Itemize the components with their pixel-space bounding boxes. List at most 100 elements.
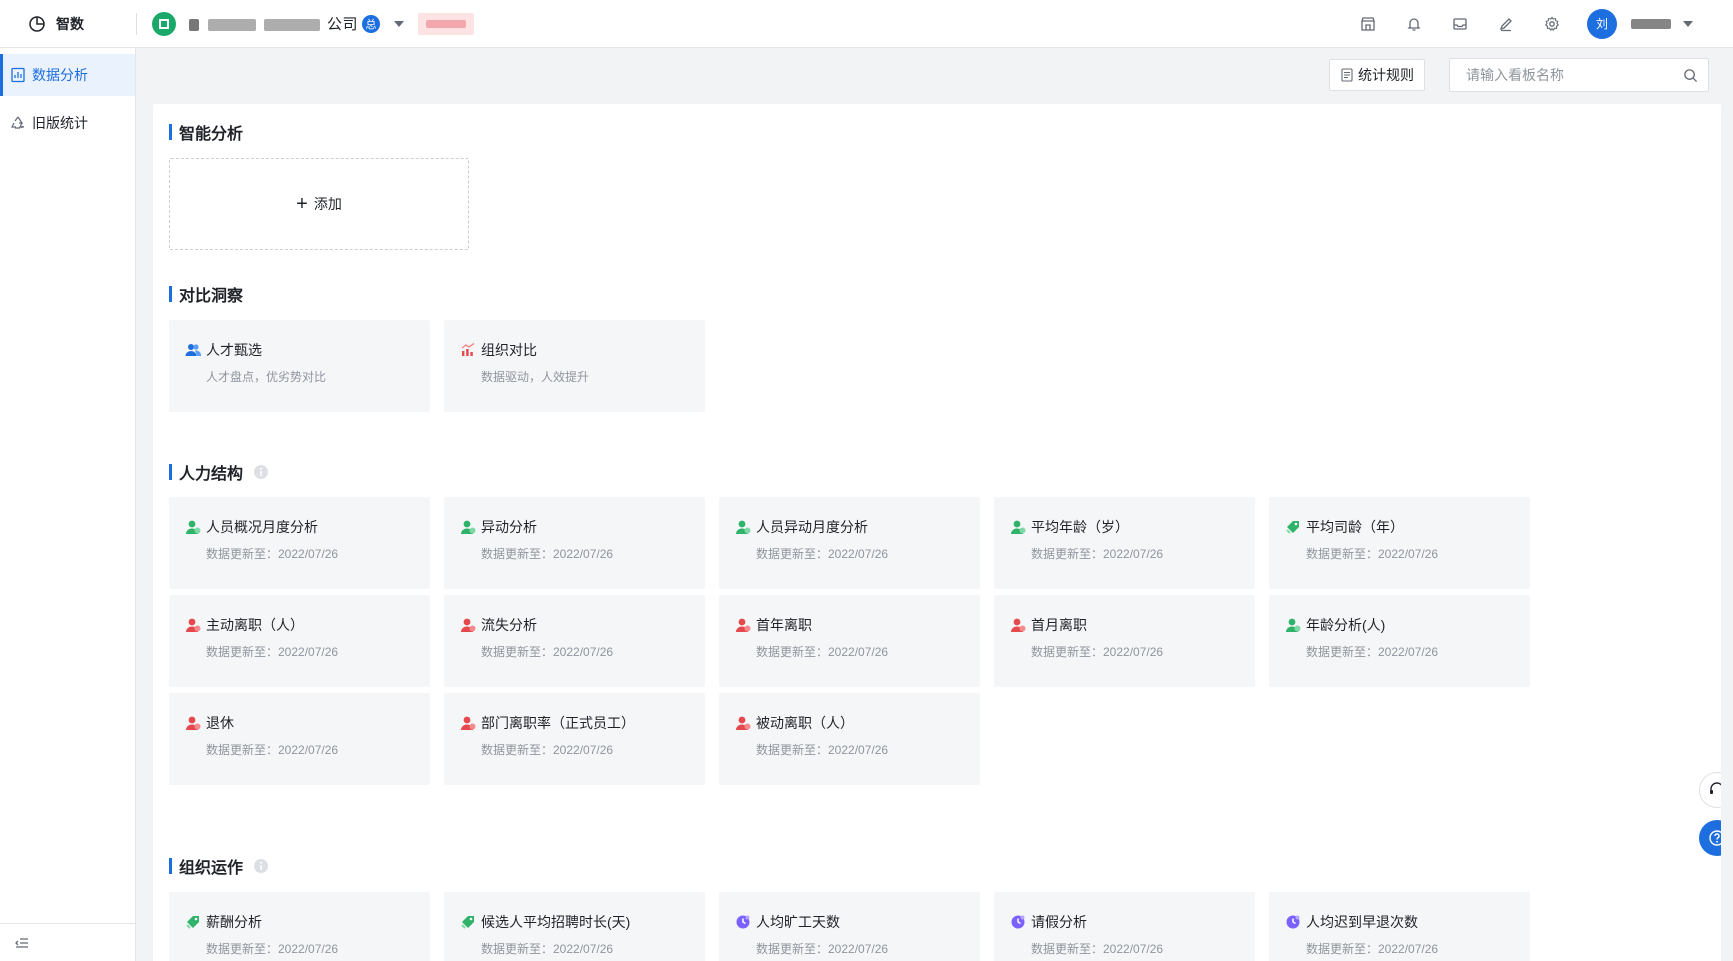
app-brand[interactable]: 智数 xyxy=(0,0,136,47)
dashboard-card[interactable]: 平均司龄（年） 数据更新至：2022/07/26 xyxy=(1269,497,1530,589)
section-title-text: 组织运作 xyxy=(179,860,244,877)
top-bar: 智数 公司 总 刘 xyxy=(0,0,1733,48)
customer-service-button[interactable] xyxy=(1699,772,1721,808)
info-icon[interactable] xyxy=(253,464,269,480)
dashboard-card[interactable]: 候选人平均招聘时长(天) 数据更新至：2022/07/26 xyxy=(444,892,705,961)
card-title: 请假分析 xyxy=(1031,914,1087,930)
people-blue-icon xyxy=(185,344,202,356)
card-title: 薪酬分析 xyxy=(206,914,262,930)
search-icon[interactable] xyxy=(1683,68,1698,83)
card-title: 人才甄选 xyxy=(206,342,262,358)
section-title-text: 人力结构 xyxy=(179,466,244,483)
dashboard-icon xyxy=(11,67,25,83)
card-subtitle: 数据更新至：2022/07/26 xyxy=(206,942,339,956)
redacted-text xyxy=(189,19,199,32)
tag-green-icon xyxy=(461,916,474,929)
pie-chart-icon xyxy=(29,15,45,32)
board-search-input[interactable] xyxy=(1466,67,1683,83)
card-subtitle: 数据更新至：2022/07/26 xyxy=(481,942,614,956)
inbox-icon[interactable] xyxy=(1437,0,1483,48)
dashboard-card[interactable]: 人员概况月度分析 数据更新至：2022/07/26 xyxy=(169,497,430,589)
dashboard-card[interactable]: 薪酬分析数据更新至：2022/07/26 xyxy=(169,892,430,961)
dashboard-card[interactable]: 人员异动月度分析 数据更新至：2022/07/26 xyxy=(719,497,980,589)
redacted-text xyxy=(1631,18,1671,29)
user-menu[interactable] xyxy=(1629,18,1693,29)
company-switcher[interactable]: 公司 总 xyxy=(151,0,475,47)
chart-red-icon xyxy=(461,342,475,356)
help-icon xyxy=(1709,830,1721,846)
dashboard-card[interactable]: 主动离职（人） 数据更新至：2022/07/26 xyxy=(169,595,430,687)
sidebar-collapse-button[interactable] xyxy=(0,923,135,961)
company-name-suffix: 公司 xyxy=(327,16,359,33)
card-title: 人员异动月度分析 xyxy=(756,519,868,535)
gear-icon[interactable] xyxy=(1529,0,1575,48)
card-title: 主动离职（人） xyxy=(206,617,304,633)
person-red-icon xyxy=(1011,618,1026,632)
main-panel: 智能分析 + 添加 对比洞察 人才甄选 人才盘点，优劣势对比 组织对比 数据驱动… xyxy=(153,104,1721,961)
card-subtitle: 数据更新至：2022/07/26 xyxy=(1306,645,1439,659)
dashboard-card[interactable]: 首年离职 数据更新至：2022/07/26 xyxy=(719,595,980,687)
avatar[interactable]: 刘 xyxy=(1587,8,1617,39)
section-title-text: 智能分析 xyxy=(179,126,244,143)
company-badge: 总 xyxy=(362,14,381,33)
card-title: 异动分析 xyxy=(481,519,537,535)
company-name: 公司 xyxy=(187,13,358,34)
card-title: 部门离职率（正式员工） xyxy=(481,715,635,731)
dashboard-card[interactable]: 首月离职数据更新至：2022/07/26 xyxy=(994,595,1255,687)
card-subtitle: 数据更新至：2022/07/26 xyxy=(1031,645,1164,659)
dashboard-card[interactable]: 请假分析数据更新至：2022/07/26 xyxy=(994,892,1255,961)
recycle-icon xyxy=(11,116,24,129)
card-subtitle: 数据更新至：2022/07/26 xyxy=(206,645,339,659)
dashboard-card[interactable]: 部门离职率（正式员工） 数据更新至：2022/07/26 xyxy=(444,693,705,785)
app-title: 智数 xyxy=(56,15,84,32)
sidebar-item-legacy-stats[interactable]: 旧版统计 xyxy=(0,102,135,144)
document-icon xyxy=(1341,68,1353,82)
dashboard-card[interactable]: 异动分析 数据更新至：2022/07/26 xyxy=(444,497,705,589)
card-subtitle: 数据更新至：2022/07/26 xyxy=(756,645,889,659)
section-title-operation: 组织运作 xyxy=(169,854,269,878)
card-title: 被动离职（人） xyxy=(756,715,854,731)
person-red-icon xyxy=(186,618,201,632)
divider xyxy=(136,12,137,35)
person-red-icon xyxy=(461,618,476,632)
statistics-rules-label: 统计规则 xyxy=(1358,67,1414,83)
section-title-smart: 智能分析 xyxy=(169,120,243,144)
help-button[interactable] xyxy=(1699,820,1721,856)
dashboard-card[interactable]: 退休 数据更新至：2022/07/26 xyxy=(169,693,430,785)
bell-icon[interactable] xyxy=(1391,0,1437,48)
chevron-down-icon[interactable] xyxy=(394,20,405,27)
tag-green-icon xyxy=(186,916,199,929)
card-subtitle: 数据更新至：2022/07/26 xyxy=(756,942,889,956)
sidebar-item-data-analysis[interactable]: 数据分析 xyxy=(0,54,135,96)
top-actions: 刘 xyxy=(1345,0,1733,47)
add-board-button[interactable]: + 添加 xyxy=(169,158,469,250)
card-subtitle: 数据更新至：2022/07/26 xyxy=(1306,547,1439,561)
card-title: 人员概况月度分析 xyxy=(206,519,318,535)
dashboard-card[interactable]: 年龄分析(人) 数据更新至：2022/07/26 xyxy=(1269,595,1530,687)
dashboard-card[interactable]: 人均旷工天数 数据更新至：2022/07/26 xyxy=(719,892,980,961)
company-logo-icon xyxy=(152,11,176,36)
card-talent-selection[interactable]: 人才甄选 人才盘点，优劣势对比 xyxy=(169,320,430,412)
dashboard-card[interactable]: 平均年龄（岁） 数据更新至：2022/07/26 xyxy=(994,497,1255,589)
clock-purple-icon xyxy=(1011,915,1025,929)
card-org-compare[interactable]: 组织对比 数据驱动，人效提升 xyxy=(444,320,705,412)
info-icon[interactable] xyxy=(253,858,269,874)
person-red-icon xyxy=(461,716,476,730)
person-green-icon xyxy=(461,520,476,534)
clock-purple-icon xyxy=(1286,915,1300,929)
dashboard-card[interactable]: 人均迟到早退次数 数据更新至：2022/07/26 xyxy=(1269,892,1530,961)
statistics-rules-button[interactable]: 统计规则 xyxy=(1329,59,1425,91)
edit-icon[interactable] xyxy=(1483,0,1529,48)
dashboard-card[interactable]: 被动离职（人） 数据更新至：2022/07/26 xyxy=(719,693,980,785)
collapse-icon xyxy=(15,937,28,948)
section-marker xyxy=(169,286,172,302)
card-title: 流失分析 xyxy=(481,617,537,633)
dashboard-card[interactable]: 流失分析 数据更新至：2022/07/26 xyxy=(444,595,705,687)
person-green-icon xyxy=(186,520,201,534)
card-title: 候选人平均招聘时长(天) xyxy=(481,914,631,930)
tag-green-icon xyxy=(1286,521,1299,534)
store-icon[interactable] xyxy=(1345,0,1391,48)
person-red-icon xyxy=(186,716,201,730)
card-subtitle: 数据更新至：2022/07/26 xyxy=(1031,942,1164,956)
card-title: 首月离职 xyxy=(1031,617,1087,633)
